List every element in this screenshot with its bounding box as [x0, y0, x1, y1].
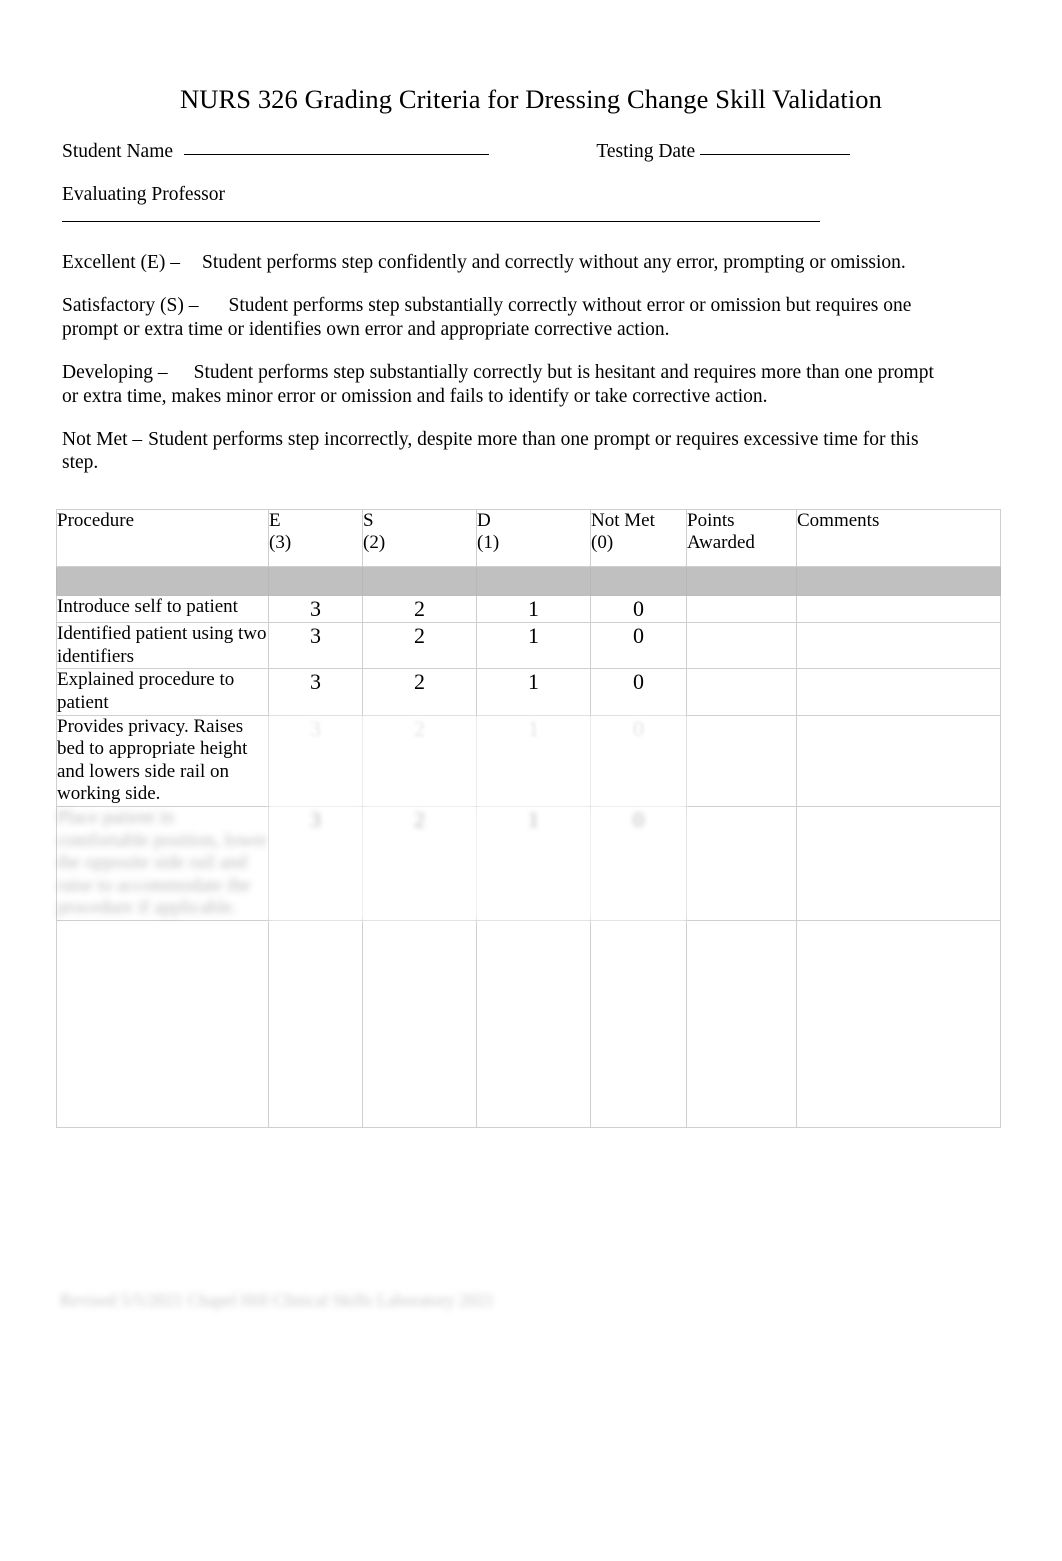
criteria-developing: Developing – Student performs step substa… — [62, 361, 942, 408]
student-name-input[interactable] — [183, 154, 489, 155]
table-row-empty — [56, 920, 1001, 1129]
criteria-not-met-description: Student performs step incorrectly, despi… — [62, 428, 919, 474]
column-header-satisfactory: S (2) — [362, 509, 477, 567]
student-info-row: Student Name Testing Date — [62, 140, 1002, 163]
criteria-developing-term: Developing – — [62, 362, 168, 384]
empty-cell-points[interactable] — [686, 920, 797, 1129]
table-row: Explained procedure to patient 3 2 1 0 — [56, 668, 1001, 716]
row-score-s[interactable]: 2 — [362, 594, 477, 624]
criteria-satisfactory: Satisfactory (S) – Student performs step … — [62, 294, 942, 341]
row-score-e[interactable]: 3 — [268, 622, 363, 670]
criteria-satisfactory-term: Satisfactory (S) – — [62, 295, 199, 317]
row-score-d[interactable]: 1 — [476, 668, 591, 716]
document-page: NURS 326 Grading Criteria for Dressing C… — [0, 0, 1062, 1561]
row-score-not-met[interactable]: 0 — [590, 668, 687, 716]
row-procedure: Identified patient using two identifiers — [56, 622, 269, 670]
row-score-e[interactable]: 3 — [268, 594, 363, 624]
table-row: Identified patient using two identifiers… — [56, 622, 1001, 670]
row-points-awarded[interactable] — [686, 622, 797, 670]
row-procedure: Explained procedure to patient — [56, 668, 269, 716]
row-points-awarded[interactable] — [686, 594, 797, 624]
column-header-not-met: Not Met (0) — [590, 509, 687, 567]
band-cell-points — [686, 566, 797, 596]
grading-rubric-table: Procedure E (3) S (2) D (1) Not Met (0) … — [56, 509, 1001, 1129]
row-procedure: Provides privacy. Raises bed to appropri… — [56, 714, 269, 808]
criteria-not-met-term: Not Met – — [62, 428, 143, 450]
column-header-excellent: E (3) — [268, 509, 363, 567]
empty-cell-d[interactable] — [476, 920, 591, 1129]
row-comments[interactable] — [796, 594, 1001, 624]
column-header-developing: D (1) — [476, 509, 591, 567]
evaluating-professor-label-row: Evaluating Professor — [62, 183, 225, 206]
empty-cell-not-met[interactable] — [590, 920, 687, 1129]
criteria-definitions: Excellent (E) – Student performs step con… — [62, 251, 942, 475]
row-score-s[interactable]: 2 — [362, 806, 477, 922]
student-name-label: Student Name — [62, 141, 174, 162]
testing-date-label: Testing Date — [596, 141, 696, 162]
evaluating-professor-label: Evaluating Professor — [62, 184, 226, 205]
evaluating-professor-input[interactable] — [62, 221, 820, 222]
row-score-d[interactable]: 1 — [476, 622, 591, 670]
row-score-not-met[interactable]: 0 — [590, 714, 687, 808]
testing-date-input[interactable] — [700, 154, 851, 155]
row-score-not-met[interactable]: 0 — [590, 806, 687, 922]
row-score-d[interactable]: 1 — [476, 806, 591, 922]
row-score-not-met[interactable]: 0 — [590, 594, 687, 624]
row-comments[interactable] — [796, 714, 1001, 808]
row-procedure: Place patient in comfortable position, l… — [56, 806, 269, 922]
criteria-not-met: Not Met – Student performs step incorrect… — [62, 428, 942, 475]
band-cell-e — [268, 566, 363, 596]
criteria-developing-description: Student performs step substantially corr… — [62, 362, 934, 407]
column-header-points-awarded: Points Awarded — [686, 509, 797, 567]
empty-cell-e[interactable] — [268, 920, 363, 1129]
table-row: Introduce self to patient 3 2 1 0 — [56, 594, 1001, 624]
empty-cell-comments[interactable] — [796, 920, 1001, 1129]
empty-cell-s[interactable] — [362, 920, 477, 1129]
row-score-d[interactable]: 1 — [476, 714, 591, 808]
criteria-excellent: Excellent (E) – Student performs step con… — [62, 251, 942, 274]
table-header-row: Procedure E (3) S (2) D (1) Not Met (0) … — [56, 509, 1001, 567]
row-score-e[interactable]: 3 — [268, 714, 363, 808]
band-cell-comments — [796, 566, 1001, 596]
criteria-excellent-term: Excellent (E) – — [62, 252, 181, 273]
row-score-s[interactable]: 2 — [362, 622, 477, 670]
row-score-d[interactable]: 1 — [476, 594, 591, 624]
page-title: NURS 326 Grading Criteria for Dressing C… — [180, 84, 882, 114]
criteria-excellent-description: Student performs step confidently and co… — [202, 252, 906, 273]
band-cell-d — [476, 566, 591, 596]
empty-cell-procedure[interactable] — [56, 920, 269, 1129]
row-points-awarded[interactable] — [686, 806, 797, 922]
table-row-highlighted-obscured — [56, 566, 1001, 596]
table-row: Provides privacy. Raises bed to appropri… — [56, 714, 1001, 808]
row-procedure: Introduce self to patient — [56, 594, 269, 624]
document-footer: Revised 5/5/2021 Chapel Hill Clinical Sk… — [60, 1290, 495, 1310]
column-header-procedure: Procedure — [56, 509, 269, 567]
column-header-comments: Comments — [796, 509, 1001, 567]
row-score-s[interactable]: 2 — [362, 668, 477, 716]
row-score-not-met[interactable]: 0 — [590, 622, 687, 670]
band-cell-not-met — [590, 566, 687, 596]
row-score-e[interactable]: 3 — [268, 668, 363, 716]
band-cell-s — [362, 566, 477, 596]
row-score-e[interactable]: 3 — [268, 806, 363, 922]
row-comments[interactable] — [796, 668, 1001, 716]
row-score-s[interactable]: 2 — [362, 714, 477, 808]
row-comments[interactable] — [796, 622, 1001, 670]
row-points-awarded[interactable] — [686, 714, 797, 808]
table-row-obscured: Place patient in comfortable position, l… — [56, 806, 1001, 922]
row-comments[interactable] — [796, 806, 1001, 922]
band-cell-procedure — [56, 566, 269, 596]
row-points-awarded[interactable] — [686, 668, 797, 716]
